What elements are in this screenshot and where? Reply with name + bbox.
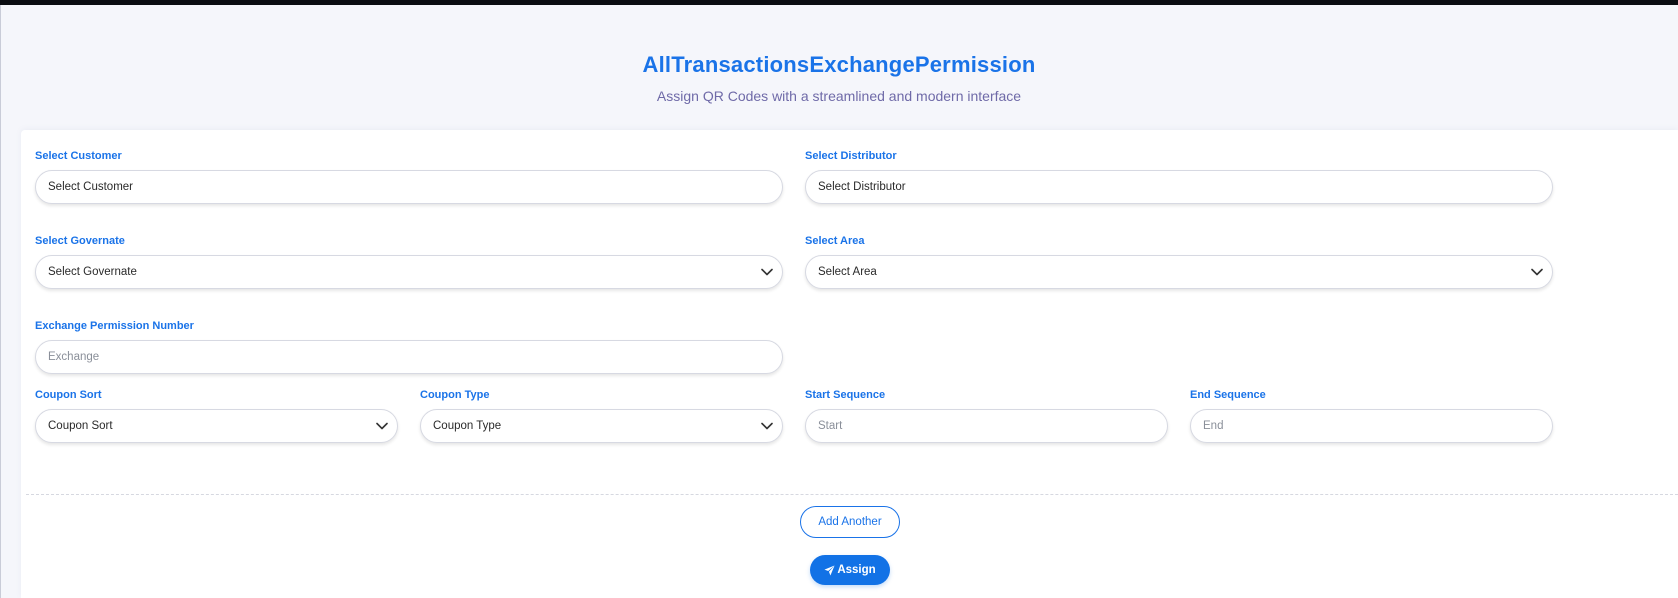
distributor-field: Select Distributor Select Distributor — [805, 149, 1553, 205]
chevron-down-icon — [761, 422, 773, 430]
start-sequence-input[interactable]: Start — [805, 409, 1168, 443]
coupon-type-select[interactable]: Coupon Type — [420, 409, 783, 443]
coupon-sort-field: Coupon Sort Coupon Sort — [35, 388, 398, 444]
area-select[interactable]: Select Area — [805, 255, 1553, 289]
area-field: Select Area Select Area — [805, 234, 1553, 290]
exchange-permission-field: Exchange Permission Number Exchange — [35, 319, 783, 375]
coupon-sort-select-value: Coupon Sort — [48, 420, 113, 432]
assign-button-label: Assign — [837, 564, 876, 576]
start-sequence-label: Start Sequence — [805, 389, 886, 401]
customer-label: Select Customer — [35, 150, 122, 162]
window-top-bar — [0, 0, 1678, 5]
distributor-select[interactable]: Select Distributor — [805, 170, 1553, 204]
chevron-down-icon — [376, 422, 388, 430]
area-select-value: Select Area — [818, 266, 877, 278]
governate-select[interactable]: Select Governate — [35, 255, 783, 289]
end-sequence-label: End Sequence — [1190, 389, 1266, 401]
governate-select-value: Select Governate — [48, 266, 137, 278]
chevron-down-icon — [761, 268, 773, 276]
exchange-permission-input[interactable]: Exchange — [35, 340, 783, 374]
customer-field: Select Customer Select Customer — [35, 149, 783, 205]
end-sequence-input[interactable]: End — [1190, 409, 1553, 443]
page-title: AllTransactionsExchangePermission — [642, 52, 1036, 77]
coupon-sort-label: Coupon Sort — [35, 389, 102, 401]
paper-plane-icon — [824, 564, 835, 576]
page-subtitle: Assign QR Codes with a streamlined and m… — [656, 88, 1022, 104]
coupon-type-field: Coupon Type Coupon Type — [420, 388, 783, 444]
chevron-down-icon — [1531, 268, 1543, 276]
customer-select[interactable]: Select Customer — [35, 170, 783, 204]
assign-button[interactable]: Assign — [810, 555, 890, 585]
add-another-button[interactable]: Add Another — [800, 506, 900, 538]
start-sequence-field: Start Sequence Start — [805, 388, 1168, 444]
end-sequence-field: End Sequence End — [1190, 388, 1553, 444]
coupon-sort-select[interactable]: Coupon Sort — [35, 409, 398, 443]
distributor-label: Select Distributor — [805, 150, 897, 162]
governate-field: Select Governate Select Governate — [35, 234, 783, 290]
area-label: Select Area — [805, 235, 865, 247]
coupon-type-label: Coupon Type — [420, 389, 490, 401]
coupon-type-select-value: Coupon Type — [433, 420, 502, 432]
governate-label: Select Governate — [35, 235, 125, 247]
page-header: AllTransactionsExchangePermission Assign… — [0, 52, 1678, 104]
form-divider — [26, 494, 1678, 495]
exchange-permission-label: Exchange Permission Number — [35, 320, 194, 332]
